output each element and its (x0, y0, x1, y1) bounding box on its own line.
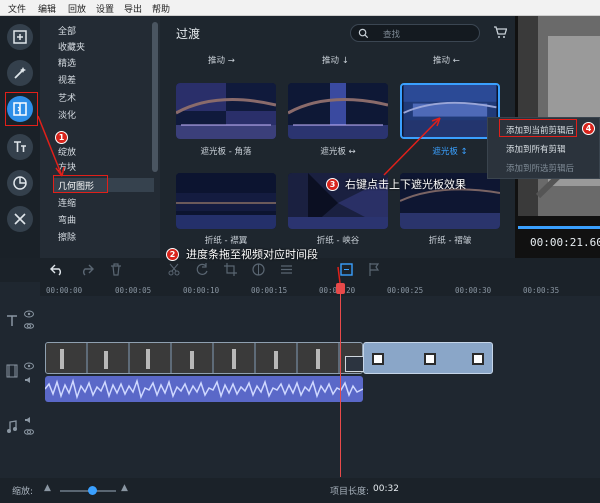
annotation-marker-4: 4 (582, 122, 595, 135)
annotation-marker-2: 2 (166, 248, 179, 261)
annotation-text-3: 右键点击上下遮光板效果 (345, 178, 466, 191)
annotation-marker-3: 3 (326, 178, 339, 191)
annotation-marker-1: 1 (55, 131, 68, 144)
annotation-text-2: 进度条拖至视频对应时间段 (186, 248, 318, 261)
